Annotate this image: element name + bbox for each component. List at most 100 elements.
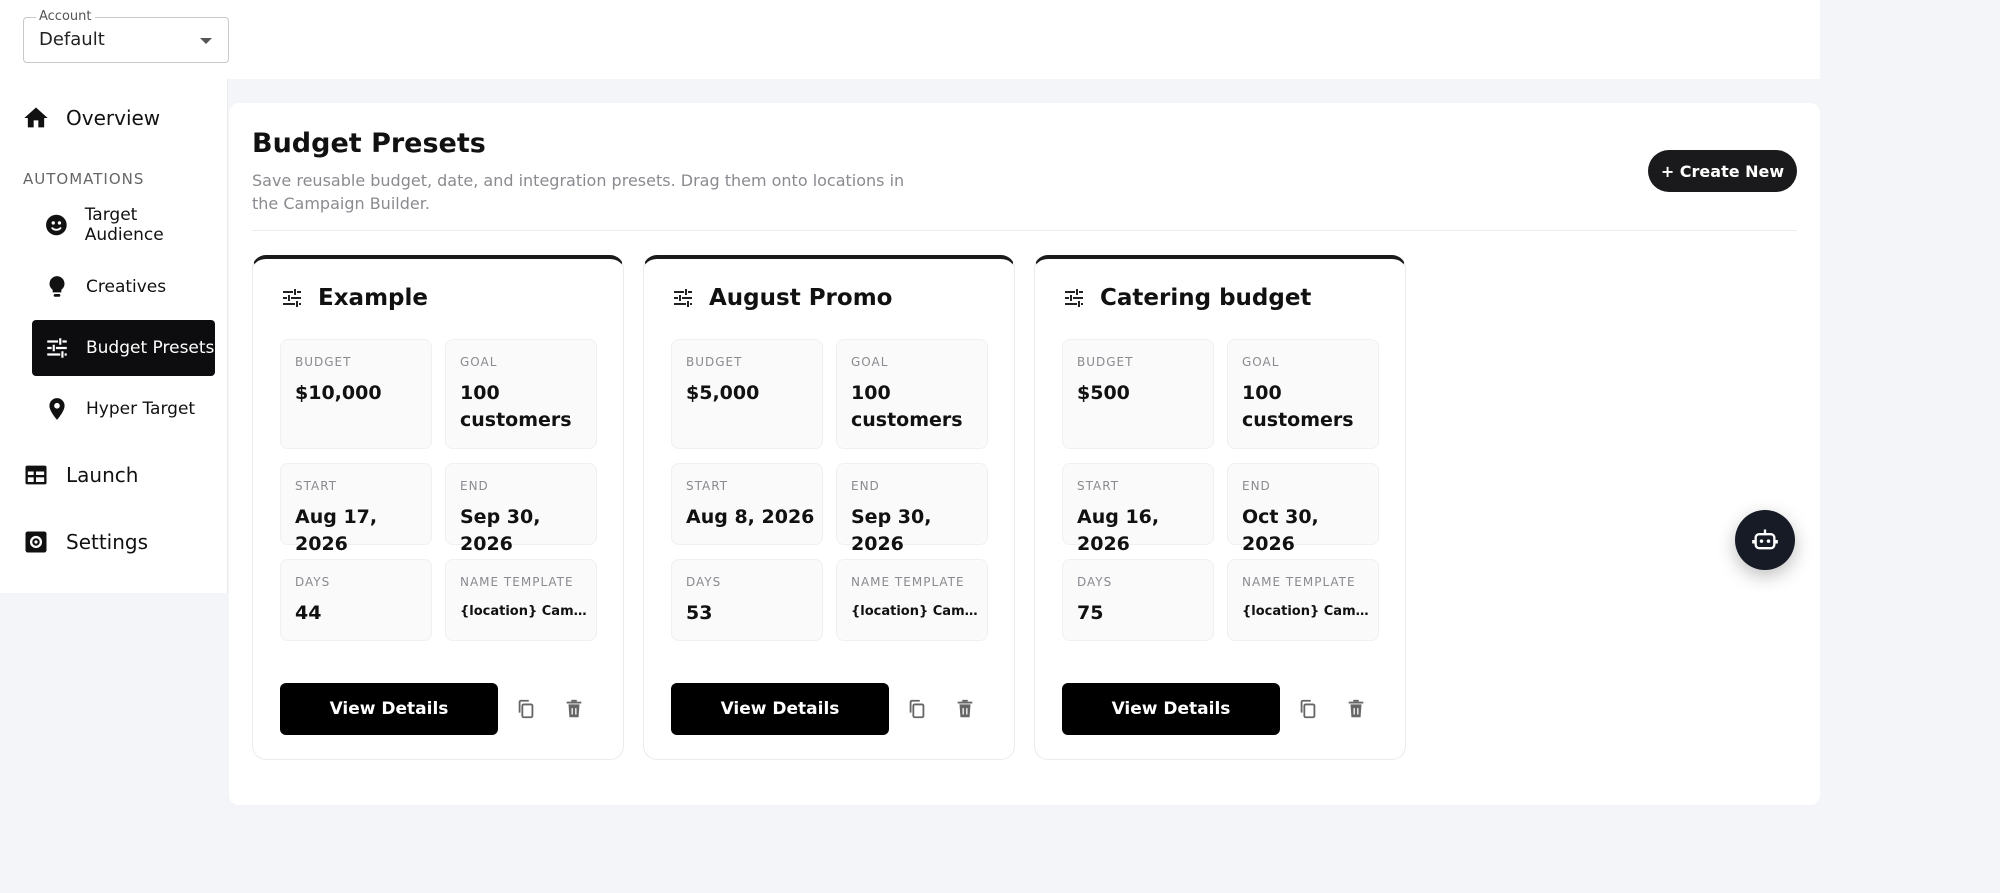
page-description: Save reusable budget, date, and integrat… <box>252 171 905 213</box>
account-value: Default <box>39 29 105 50</box>
days-value: 53 <box>686 602 713 624</box>
field-label: DAYS <box>1077 575 1113 589</box>
sidebar-item-settings[interactable]: Settings <box>22 528 148 556</box>
field-label: START <box>1077 479 1120 493</box>
tune-icon <box>47 338 67 358</box>
trash-icon <box>1348 699 1364 718</box>
sidebar: Overview AUTOMATIONS Target Audience Cre… <box>0 79 228 593</box>
tune-icon <box>283 289 301 307</box>
sidebar-item-label: Target Audience <box>84 205 164 245</box>
budget-field: BUDGET $10,000 <box>280 339 432 449</box>
sidebar-item-target-audience[interactable]: Target Audience <box>32 197 215 253</box>
name-template-field: NAME TEMPLATE {location} Campaign <box>836 559 988 641</box>
goal-field: GOAL 100 customers <box>1227 339 1379 449</box>
main-panel: Budget Presets Save reusable budget, dat… <box>229 103 1820 805</box>
top-bar: Account Default <box>0 0 1820 79</box>
field-label: NAME TEMPLATE <box>1242 575 1356 589</box>
end-value: Oct 30, 2026 <box>1242 506 1319 555</box>
goal-value: 100 customers <box>460 382 572 431</box>
budget-value: $500 <box>1077 382 1130 404</box>
name-template-field: NAME TEMPLATE {location} Campaign <box>445 559 597 641</box>
robot-icon <box>1752 529 1778 550</box>
delete-button[interactable] <box>951 695 979 723</box>
field-label: END <box>851 479 880 493</box>
sidebar-item-label: Budget Presets <box>86 338 215 358</box>
field-label: BUDGET <box>295 355 352 369</box>
view-details-button[interactable]: View Details <box>671 683 889 735</box>
start-value: Aug 17, 2026 <box>295 506 378 555</box>
settings-icon <box>25 531 47 553</box>
field-label: BUDGET <box>686 355 743 369</box>
sidebar-item-creatives[interactable]: Creatives <box>32 259 215 315</box>
start-field: START Aug 17, 2026 <box>280 463 432 555</box>
face-icon <box>46 214 67 236</box>
card-title: Catering budget <box>1100 285 1312 311</box>
copy-icon <box>1300 699 1316 719</box>
end-field: END Sep 30, 2026 <box>836 463 988 555</box>
field-label: GOAL <box>851 355 889 369</box>
start-field: START Aug 16, 2026 <box>1062 463 1214 555</box>
sidebar-item-label: Settings <box>66 530 149 554</box>
days-field: DAYS 75 <box>1062 559 1214 641</box>
field-label: GOAL <box>1242 355 1280 369</box>
sidebar-item-label: Launch <box>66 463 139 487</box>
preset-card: August Promo BUDGET $5,000 GOAL 100 cust… <box>643 255 1015 760</box>
sidebar-item-overview[interactable]: Overview <box>22 104 160 132</box>
sidebar-item-launch[interactable]: Launch <box>22 461 138 489</box>
view-details-button[interactable]: View Details <box>1062 683 1280 735</box>
delete-button[interactable] <box>1342 695 1370 723</box>
end-field: END Sep 30, 2026 <box>445 463 597 555</box>
sidebar-item-hyper-target[interactable]: Hyper Target <box>32 381 215 437</box>
budget-field: BUDGET $5,000 <box>671 339 823 449</box>
field-label: NAME TEMPLATE <box>851 575 965 589</box>
card-header: August Promo <box>671 285 892 311</box>
sidebar-item-label: Overview <box>66 106 161 130</box>
duplicate-button[interactable] <box>512 695 540 723</box>
start-field: START Aug 8, 2026 <box>671 463 823 545</box>
copy-icon <box>909 699 925 719</box>
budget-value: $10,000 <box>295 382 382 404</box>
name-template-value: {location} Campaign <box>460 604 588 619</box>
field-label: BUDGET <box>1077 355 1134 369</box>
lightbulb-icon <box>49 276 65 297</box>
table-icon <box>25 465 47 485</box>
caret-down-icon <box>200 38 212 44</box>
days-field: DAYS 53 <box>671 559 823 641</box>
goal-value: 100 customers <box>1242 382 1354 431</box>
preset-card: Catering budget BUDGET $500 GOAL 100 cus… <box>1034 255 1406 760</box>
sidebar-item-label: Creatives <box>86 277 167 297</box>
tune-icon <box>1065 289 1083 307</box>
view-details-button[interactable]: View Details <box>280 683 498 735</box>
days-field: DAYS 44 <box>280 559 432 641</box>
name-template-value: {location} Campaign <box>1242 604 1370 619</box>
pin-icon <box>49 398 65 420</box>
duplicate-button[interactable] <box>1294 695 1322 723</box>
card-header: Example <box>280 285 428 311</box>
goal-field: GOAL 100 customers <box>836 339 988 449</box>
end-field: END Oct 30, 2026 <box>1227 463 1379 555</box>
field-label: NAME TEMPLATE <box>460 575 574 589</box>
section-label: AUTOMATIONS <box>23 170 145 188</box>
trash-icon <box>957 699 973 718</box>
card-title: Example <box>318 285 428 311</box>
name-template-field: NAME TEMPLATE {location} Campaign <box>1227 559 1379 641</box>
account-label: Account <box>36 9 95 24</box>
duplicate-button[interactable] <box>903 695 931 723</box>
assistant-button[interactable] <box>1735 510 1795 570</box>
budget-field: BUDGET $500 <box>1062 339 1214 449</box>
card-header: Catering budget <box>1062 285 1311 311</box>
create-new-button[interactable]: + Create New <box>1648 150 1797 192</box>
field-label: START <box>686 479 729 493</box>
tune-icon <box>674 289 692 307</box>
page-title: Budget Presets <box>252 128 486 159</box>
goal-field: GOAL 100 customers <box>445 339 597 449</box>
end-value: Sep 30, 2026 <box>460 506 541 555</box>
delete-button[interactable] <box>560 695 588 723</box>
sidebar-item-budget-presets[interactable]: Budget Presets <box>32 320 215 376</box>
account-select[interactable]: Account Default <box>23 9 229 63</box>
start-value: Aug 16, 2026 <box>1077 506 1160 555</box>
divider <box>252 230 1797 231</box>
preset-card: Example BUDGET $10,000 GOAL 100 customer… <box>252 255 624 760</box>
home-icon <box>24 107 48 128</box>
field-label: END <box>1242 479 1271 493</box>
